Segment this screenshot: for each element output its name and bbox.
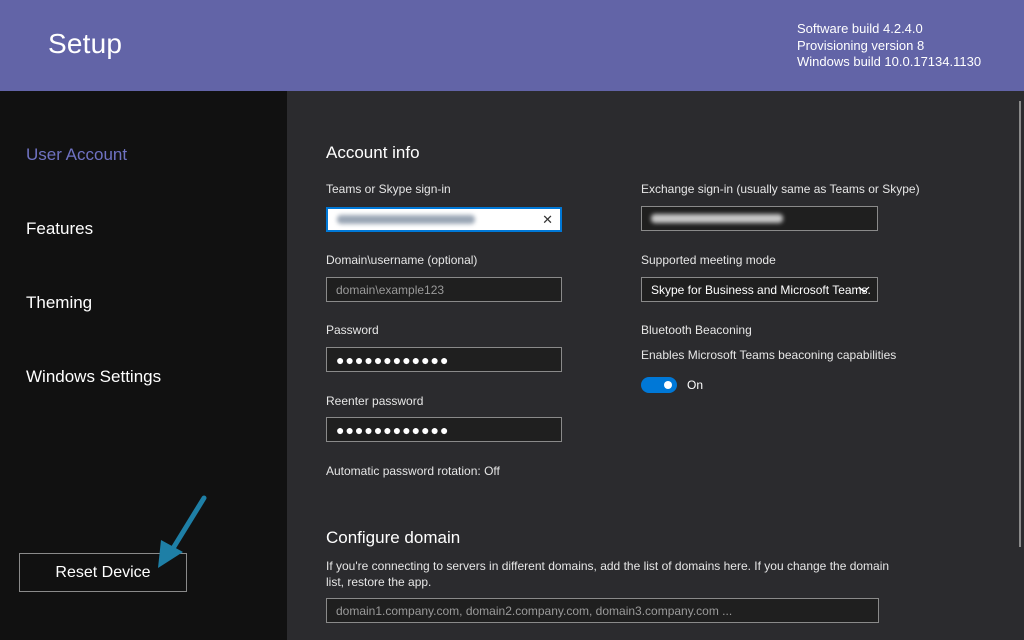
- signin-label: Teams or Skype sign-in: [326, 182, 451, 196]
- password-rotation-status: Automatic password rotation: Off: [326, 464, 500, 478]
- domain-username-label: Domain\username (optional): [326, 253, 478, 267]
- password-input[interactable]: ●●●●●●●●●●●●: [326, 347, 562, 372]
- account-info-heading: Account info: [326, 143, 420, 162]
- page-title: Setup: [48, 28, 123, 59]
- build-info: Software build 4.2.4.0 Provisioning vers…: [797, 21, 981, 71]
- redacted-email-text: [337, 215, 475, 224]
- bluetooth-beaconing-label: Bluetooth Beaconing: [641, 323, 752, 337]
- sidebar-item-features[interactable]: Features: [26, 219, 93, 239]
- bluetooth-beaconing-toggle[interactable]: [641, 377, 677, 393]
- reenter-password-input[interactable]: ●●●●●●●●●●●●: [326, 417, 562, 442]
- password-dots: ●●●●●●●●●●●●: [336, 351, 450, 368]
- exchange-signin-input[interactable]: [641, 206, 878, 231]
- meeting-mode-select[interactable]: Skype for Business and Microsoft Teams.: [641, 277, 878, 302]
- reenter-password-label: Reenter password: [326, 394, 424, 408]
- header-bar: Setup Software build 4.2.4.0 Provisionin…: [0, 0, 1024, 91]
- exchange-signin-label: Exchange sign-in (usually same as Teams …: [641, 182, 920, 196]
- sidebar-item-windows-settings[interactable]: Windows Settings: [26, 367, 161, 387]
- bluetooth-beaconing-description: Enables Microsoft Teams beaconing capabi…: [641, 348, 897, 362]
- domain-list-input[interactable]: domain1.company.com, domain2.company.com…: [326, 598, 879, 623]
- provisioning-version-text: Provisioning version 8: [797, 37, 925, 53]
- clear-icon[interactable]: ✕: [542, 212, 553, 228]
- meeting-mode-label: Supported meeting mode: [641, 253, 776, 267]
- redacted-exchange-text: [651, 214, 783, 223]
- configure-domain-description: If you're connecting to servers in diffe…: [326, 559, 890, 589]
- toggle-knob: [664, 381, 672, 389]
- chevron-down-icon: [858, 286, 870, 293]
- windows-build-text: Windows build 10.0.17134.1130: [797, 54, 982, 69]
- domain-username-input[interactable]: domain\example123: [326, 277, 562, 302]
- reenter-password-dots: ●●●●●●●●●●●●: [336, 421, 450, 438]
- meeting-mode-value: Skype for Business and Microsoft Teams.: [651, 282, 871, 297]
- signin-input[interactable]: ✕: [326, 207, 562, 232]
- password-label: Password: [326, 323, 379, 337]
- configure-domain-heading: Configure domain: [326, 528, 461, 547]
- sidebar-item-user-account[interactable]: User Account: [26, 145, 127, 165]
- scrollbar[interactable]: [1019, 101, 1021, 547]
- toggle-state-label: On: [687, 378, 704, 392]
- software-build-text: Software build 4.2.4.0: [797, 21, 923, 36]
- sidebar-item-theming[interactable]: Theming: [26, 293, 92, 313]
- pointer-arrow-icon: [158, 495, 207, 568]
